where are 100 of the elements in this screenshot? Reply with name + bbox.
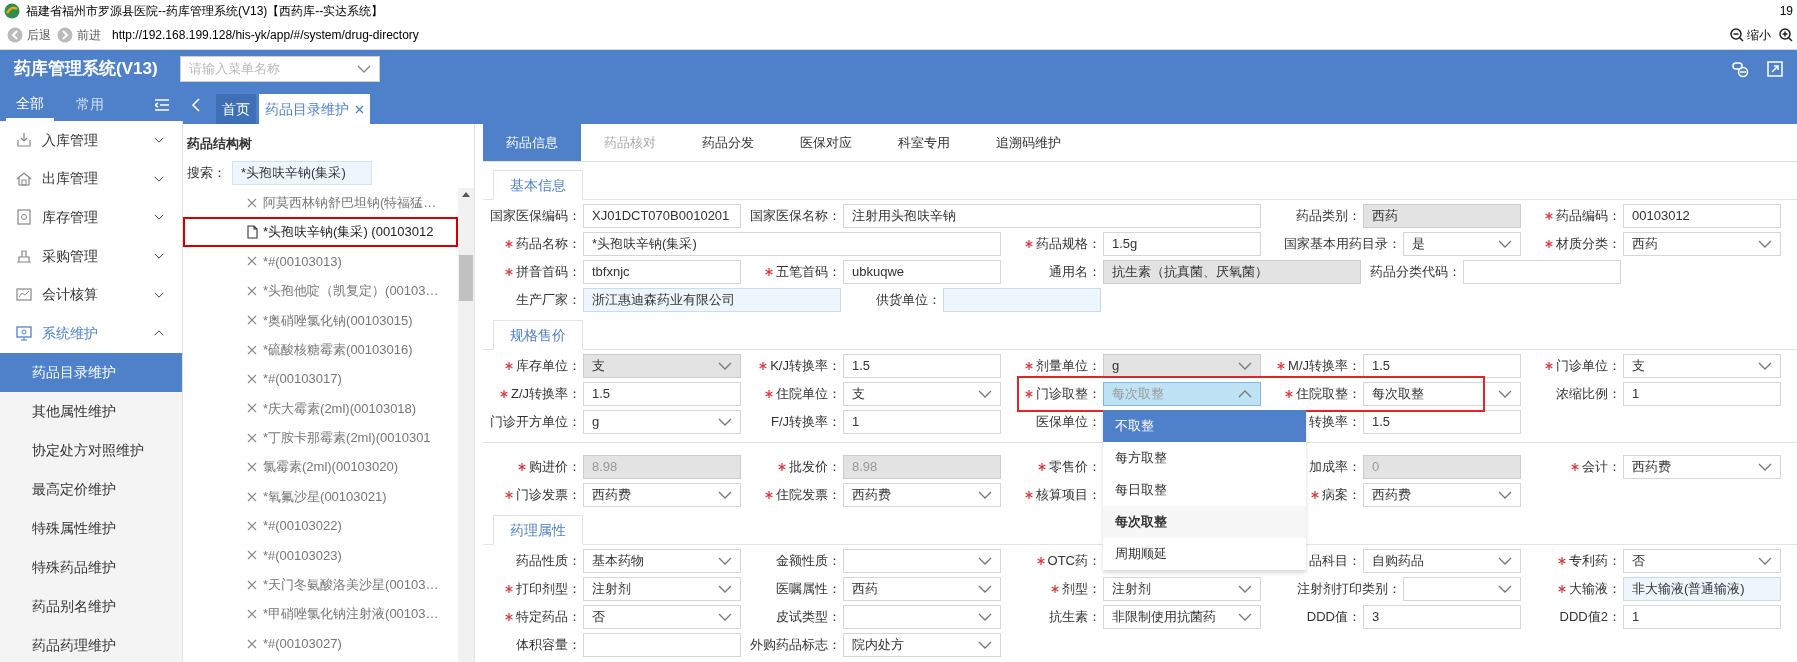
tree-item[interactable]: *奥硝唑氯化钠(00103015) — [183, 305, 458, 335]
text-field[interactable]: 1.5g — [1103, 232, 1261, 256]
select-field[interactable]: 西药费 — [1363, 483, 1521, 507]
menu-item[interactable]: 药品目录维护 — [0, 352, 182, 392]
detail-tab[interactable]: 药品信息 — [483, 124, 581, 161]
menu-group[interactable]: 系统维护 — [0, 313, 182, 353]
text-field[interactable]: 1.5 — [583, 382, 741, 406]
select-field[interactable]: 西药费 — [843, 483, 1001, 507]
dropdown-option[interactable]: 周期顺延 — [1103, 538, 1306, 570]
menu-group[interactable]: 会计核算 — [0, 275, 182, 314]
dropdown-option[interactable]: 每日取整 — [1103, 474, 1306, 506]
tree-item[interactable]: *头孢呋辛钠(集采) (00103012 — [183, 217, 458, 247]
forward-button[interactable]: 前进 — [54, 26, 104, 44]
tree-item[interactable]: *天门冬氨酸洛美沙星(00103… — [183, 570, 458, 600]
menu-item[interactable]: 其他属性维护 — [0, 391, 182, 431]
select-field[interactable]: 注射剂 — [1103, 577, 1261, 601]
tree-item[interactable]: 氯霉素(2ml)(00103020) — [183, 452, 458, 482]
dropdown-option[interactable]: 不取整 — [1103, 410, 1306, 442]
text-field[interactable]: 注射用头孢呋辛钠 — [843, 204, 1261, 228]
back-button[interactable]: 后退 — [4, 26, 54, 44]
menu-group[interactable]: 库存管理 — [0, 198, 182, 237]
zoom-out-button[interactable]: 缩小 — [1730, 26, 1771, 44]
text-field[interactable]: 浙江惠迪森药业有限公司 — [583, 288, 841, 312]
text-field[interactable]: 抗生素（抗真菌、厌氧菌） — [1103, 260, 1361, 284]
tree-item[interactable]: *#(00103017) — [183, 364, 458, 394]
scrollbar-thumb[interactable] — [459, 255, 473, 301]
text-field[interactable]: 00103012 — [1623, 204, 1781, 228]
url-text[interactable]: http://192.168.199.128/his-yk/app/#/system/drug-directory — [112, 26, 419, 44]
select-field[interactable]: 西药费 — [1623, 455, 1781, 479]
text-field[interactable]: *头孢呋辛钠(集采) — [583, 232, 1001, 256]
detail-tab[interactable]: 医保对应 — [777, 124, 875, 161]
select-field[interactable]: g — [1103, 354, 1261, 378]
tree-item[interactable]: *丁胺卡那霉素(2ml)(0010301 — [183, 423, 458, 453]
select-field[interactable]: 支 — [1623, 354, 1781, 378]
select-field[interactable]: 否 — [583, 605, 741, 629]
select-field[interactable]: 非限制使用抗菌药 — [1103, 605, 1261, 629]
select-field[interactable]: 支 — [583, 354, 741, 378]
text-field[interactable]: 西药 — [1363, 204, 1521, 228]
menu-item[interactable]: 协定处方对照维护 — [0, 430, 182, 470]
select-field[interactable]: 每次取整 — [1363, 382, 1521, 406]
select-field[interactable]: 是 — [1403, 232, 1521, 256]
text-field[interactable]: 1 — [1623, 605, 1781, 629]
tree-item[interactable]: *#(00103013) — [183, 246, 458, 277]
page-tab[interactable]: 首页 — [216, 94, 256, 124]
text-field[interactable]: 1 — [843, 410, 1001, 434]
tree-item[interactable]: *庆大霉素(2ml)(00103018) — [183, 393, 458, 424]
select-field[interactable]: 自购药品 — [1363, 549, 1521, 573]
menu-group[interactable]: 出库管理 — [0, 159, 182, 199]
select-field[interactable]: 院内处方 — [843, 633, 1001, 657]
section-tab[interactable]: 基本信息 — [493, 170, 583, 200]
field-label: 药品分类代码： — [1370, 263, 1461, 282]
text-field[interactable] — [583, 633, 741, 657]
tree-item[interactable]: *硫酸核糖霉素(00103016) — [183, 334, 458, 365]
detail-tab[interactable]: 科室专用 — [875, 124, 973, 161]
select-field[interactable] — [843, 605, 1001, 629]
detail-tab[interactable]: 药品分发 — [679, 124, 777, 161]
tree-item[interactable]: *#(00103022) — [183, 511, 458, 541]
text-field[interactable]: 1 — [1623, 382, 1781, 406]
select-field[interactable]: 注射剂 — [583, 577, 741, 601]
tree-item[interactable]: 阿莫西林钠舒巴坦钠(特福猛… — [183, 188, 458, 218]
select-field[interactable]: 西药费 — [583, 483, 741, 507]
select-field[interactable]: g — [583, 410, 741, 434]
menu-group[interactable]: 采购管理 — [0, 236, 182, 276]
text-field[interactable]: ubkuqwe — [843, 260, 1001, 284]
text-field[interactable]: 3 — [1363, 605, 1521, 629]
menu-group[interactable]: 入库管理 — [0, 121, 182, 160]
tree-item[interactable]: *#(00103023) — [183, 540, 458, 571]
section-tab[interactable]: 药理属性 — [493, 515, 583, 545]
page-tab[interactable]: 药品目录维护 — [259, 94, 370, 124]
menu-item[interactable]: 药品药理维护 — [0, 625, 182, 662]
select-field[interactable]: 西药 — [1623, 232, 1781, 256]
select-field[interactable] — [1403, 577, 1521, 601]
section-tab[interactable]: 规格售价 — [493, 320, 583, 350]
text-field[interactable]: 1.5 — [843, 354, 1001, 378]
select-field[interactable]: 否 — [1623, 549, 1781, 573]
dropdown-option[interactable]: 每方取整 — [1103, 442, 1306, 474]
text-field[interactable] — [943, 288, 1101, 312]
search-field[interactable]: *头孢呋辛钠(集采) — [232, 161, 372, 185]
select-field[interactable] — [843, 549, 1001, 573]
detail-tab[interactable]: 追溯码维护 — [973, 124, 1084, 161]
select-field[interactable]: 西药 — [843, 577, 1001, 601]
tree-item[interactable]: *#(00103027) — [183, 628, 458, 659]
text-field[interactable]: tbfxnjc — [583, 260, 741, 284]
tree-item[interactable]: *甲硝唑氯化钠注射液(00103… — [183, 599, 458, 629]
text-field[interactable]: 1.5 — [1363, 354, 1521, 378]
select-field[interactable]: 基本药物 — [583, 549, 741, 573]
menu-item[interactable]: 特殊药品维护 — [0, 547, 182, 587]
text-field[interactable] — [1463, 260, 1621, 284]
dropdown-option[interactable]: 每次取整 — [1103, 506, 1306, 538]
menu-item[interactable]: 药品别名维护 — [0, 586, 182, 626]
tree-item[interactable]: *头孢他啶（凯复定）(00103… — [183, 276, 458, 306]
text-field[interactable]: 1.5 — [1363, 410, 1521, 434]
select-field[interactable]: 支 — [843, 382, 1001, 406]
text-field[interactable]: 非大输液(普通输液) — [1623, 577, 1781, 601]
menu-item[interactable]: 最高定价维护 — [0, 469, 182, 509]
menu-item[interactable]: 特殊属性维护 — [0, 508, 182, 548]
scrollbar[interactable] — [458, 188, 474, 662]
text-field[interactable]: XJ01DCT070B0010201 — [583, 204, 741, 228]
required-icon — [1025, 390, 1033, 398]
tree-item[interactable]: *氧氟沙星(00103021) — [183, 481, 458, 512]
